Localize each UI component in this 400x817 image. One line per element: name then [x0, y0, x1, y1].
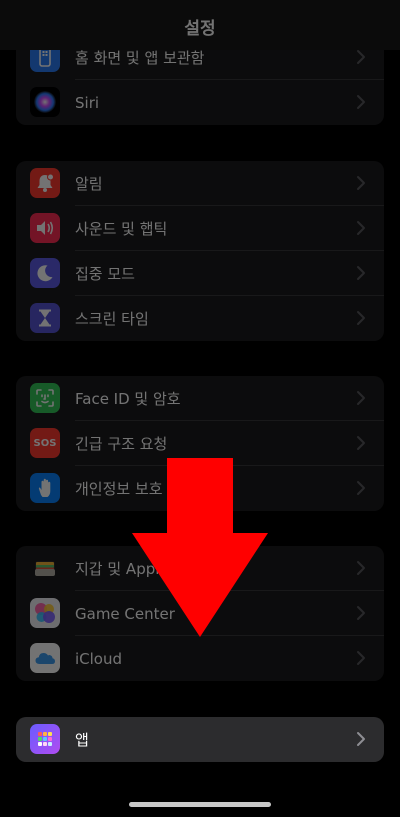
apps-icon: [30, 724, 60, 754]
game-center-icon: [30, 598, 60, 628]
navigation-bar: 설정: [0, 0, 400, 50]
chevron-right-icon: [357, 732, 365, 746]
hourglass-icon: [30, 303, 60, 333]
settings-row-label: 개인정보 보호 및 보안: [75, 480, 214, 498]
settings-row-apps[interactable]: 앱: [16, 717, 384, 762]
settings-row-label: 스크린 타임: [75, 310, 149, 328]
chevron-right-icon: [357, 50, 365, 64]
chevron-right-icon: [357, 606, 365, 620]
chevron-right-icon: [357, 176, 365, 190]
settings-row-label: Game Center: [75, 604, 175, 623]
settings-row-label: 사운드 및 햅틱: [75, 220, 168, 238]
settings-row-sounds[interactable]: 사운드 및 햅틱: [16, 206, 384, 251]
settings-row-privacy[interactable]: 개인정보 보호 및 보안: [16, 466, 384, 511]
chevron-right-icon: [357, 561, 365, 575]
settings-row-focus[interactable]: 집중 모드: [16, 251, 384, 296]
settings-row-icloud[interactable]: iCloud: [16, 636, 384, 681]
settings-row-face-id[interactable]: Face ID 및 암호: [16, 376, 384, 421]
settings-row-label: Face ID 및 암호: [75, 390, 181, 408]
settings-row-label: iCloud: [75, 649, 123, 668]
chevron-right-icon: [357, 436, 365, 450]
chevron-right-icon: [357, 651, 365, 665]
settings-row-wallet[interactable]: 지갑 및 Apple Pay: [16, 546, 384, 591]
sos-icon: SOS: [30, 428, 60, 458]
settings-row-label: Siri: [75, 93, 100, 112]
settings-row-notifications[interactable]: 알림: [16, 161, 384, 206]
settings-row-label: 홈 화면 및 앱 보관함: [75, 49, 205, 67]
settings-group-services: 지갑 및 Apple Pay Game Center iCloud: [16, 546, 384, 681]
settings-row-screen-time[interactable]: 스크린 타임: [16, 296, 384, 341]
chevron-right-icon: [357, 481, 365, 495]
hand-icon: [30, 473, 60, 503]
icloud-icon: [30, 643, 60, 673]
settings-row-siri[interactable]: Siri: [16, 80, 384, 125]
settings-row-label: 집중 모드: [75, 265, 135, 283]
chevron-right-icon: [357, 266, 365, 280]
settings-row-label: 앱: [75, 731, 89, 749]
settings-row-label: 알림: [75, 175, 103, 193]
speaker-icon: [30, 213, 60, 243]
siri-icon: [30, 87, 60, 117]
moon-icon: [30, 258, 60, 288]
sos-text: SOS: [33, 437, 57, 449]
chevron-right-icon: [357, 391, 365, 405]
settings-row-game-center[interactable]: Game Center: [16, 591, 384, 636]
face-id-icon: [30, 383, 60, 413]
settings-row-label: 긴급 구조 요청: [75, 435, 168, 453]
home-indicator[interactable]: [129, 802, 271, 807]
settings-group-apps: 앱: [16, 717, 384, 762]
chevron-right-icon: [357, 95, 365, 109]
settings-group-security: Face ID 및 암호 SOS 긴급 구조 요청 개인정보 보호 및 보안: [16, 376, 384, 511]
bell-icon: [30, 168, 60, 198]
wallet-icon: [30, 553, 60, 583]
page-title: 설정: [184, 18, 216, 39]
chevron-right-icon: [357, 221, 365, 235]
settings-row-emergency-sos[interactable]: SOS 긴급 구조 요청: [16, 421, 384, 466]
settings-group-notifications: 알림 사운드 및 햅틱 집중 모드 스크린 타임: [16, 161, 384, 341]
settings-row-label: 지갑 및 Apple Pay: [75, 560, 200, 578]
chevron-right-icon: [357, 311, 365, 325]
